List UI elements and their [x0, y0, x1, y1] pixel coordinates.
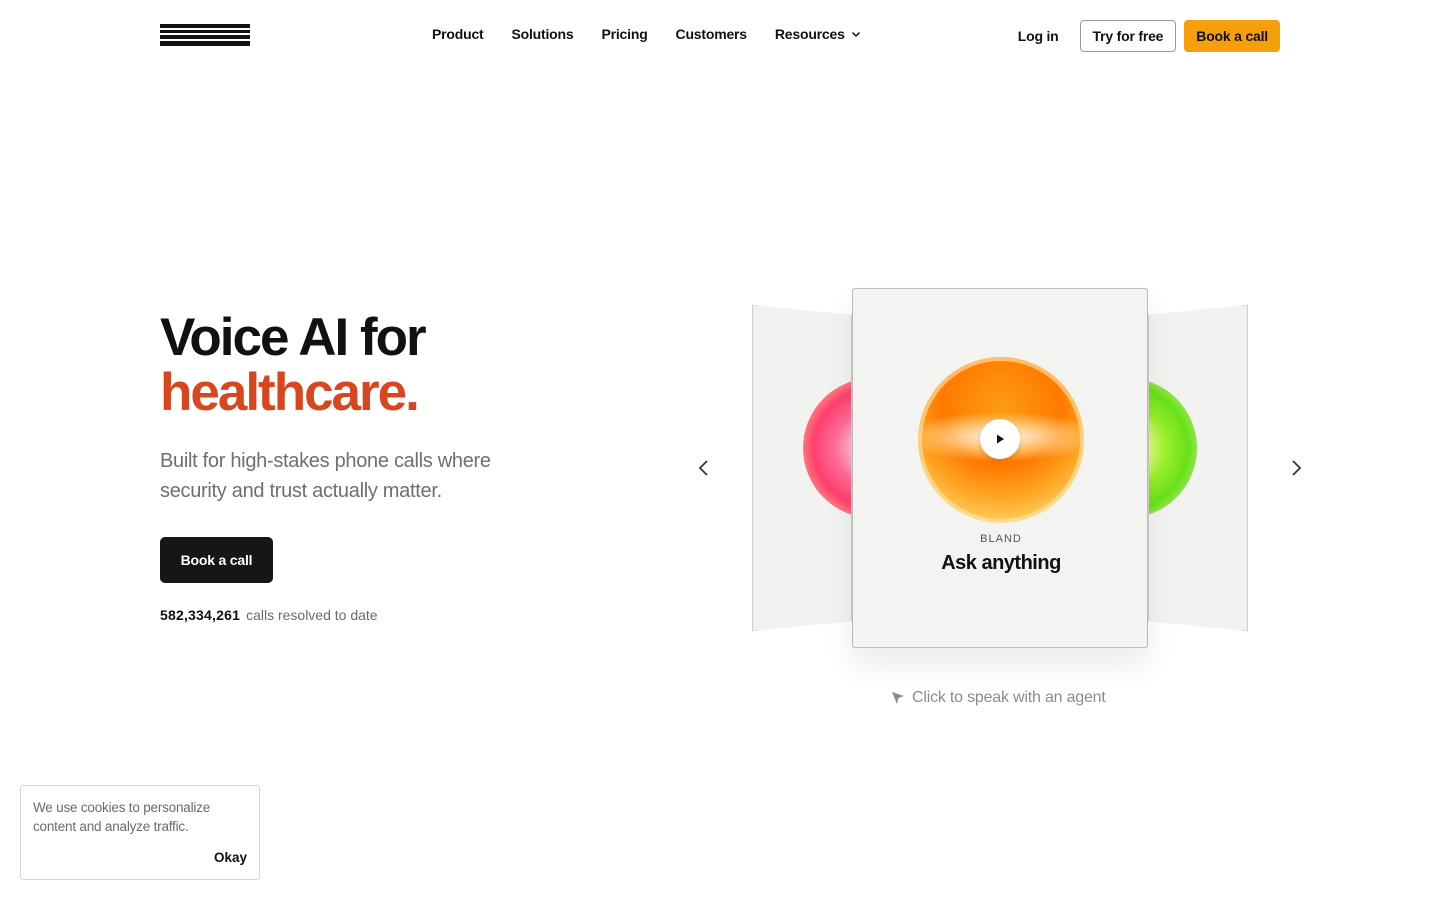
play-icon: [997, 434, 1004, 444]
nav-pricing[interactable]: Pricing: [601, 26, 647, 42]
hero-title-accent: healthcare.: [160, 363, 420, 422]
carousel-card-prev[interactable]: [752, 305, 852, 631]
card-kicker: BLAND: [980, 533, 1022, 545]
speak-hint[interactable]: Click to speak with an agent: [891, 689, 1106, 707]
top-nav: Product Solutions Pricing Customers Reso…: [0, 0, 1440, 72]
carousel-card-next[interactable]: [1148, 305, 1248, 631]
login-link[interactable]: Log in: [1018, 28, 1059, 44]
try-free-button[interactable]: Try for free: [1079, 20, 1177, 52]
carousel-prev-icon[interactable]: [694, 458, 714, 478]
nav-product-label: Product: [432, 26, 484, 42]
hero-title: Voice AI for healthcare.: [160, 308, 427, 422]
nav-resources[interactable]: Resources: [775, 26, 861, 42]
card-title: Ask anything: [941, 552, 1061, 574]
calls-label: calls resolved to date: [246, 607, 378, 623]
calls-stat: 582,334,261 calls resolved to date: [160, 607, 378, 623]
agent-orb-green: [1149, 378, 1197, 518]
hero-subtitle: Built for high-stakes phone calls where …: [160, 450, 491, 502]
cursor-arrow-icon: [892, 692, 904, 704]
nav-solutions[interactable]: Solutions: [512, 26, 574, 42]
cookie-text: We use cookies to personalize content an…: [33, 800, 211, 834]
nav-pricing-label: Pricing: [601, 26, 648, 42]
nav-actions: Log in Try for free Book a call: [1018, 20, 1280, 52]
book-call-nav-button[interactable]: Book a call: [1184, 20, 1280, 52]
nav-resources-label: Resources: [774, 26, 845, 42]
play-button[interactable]: [980, 419, 1020, 459]
nav-links: Product Solutions Pricing Customers Reso…: [432, 26, 861, 42]
carousel-next-icon[interactable]: [1286, 458, 1306, 478]
cookie-okay-button[interactable]: Okay: [214, 850, 247, 865]
speak-hint-label: Click to speak with an agent: [912, 689, 1106, 706]
nav-product[interactable]: Product: [432, 26, 484, 42]
calls-count: 582,334,261: [160, 607, 241, 623]
nav-customers[interactable]: Customers: [675, 26, 748, 42]
nav-solutions-label: Solutions: [511, 26, 574, 42]
agent-orb-pink: [803, 378, 851, 518]
cookie-banner: We use cookies to personalize content an…: [20, 785, 260, 880]
nav-customers-label: Customers: [675, 26, 748, 42]
chevron-down-icon: [851, 31, 860, 38]
book-call-hero-button[interactable]: Book a call: [160, 537, 273, 583]
bland-logo[interactable]: [160, 22, 250, 48]
carousel-card-active[interactable]: BLAND Ask anything: [852, 288, 1148, 648]
hero-title-line1: Voice AI for: [160, 308, 427, 367]
